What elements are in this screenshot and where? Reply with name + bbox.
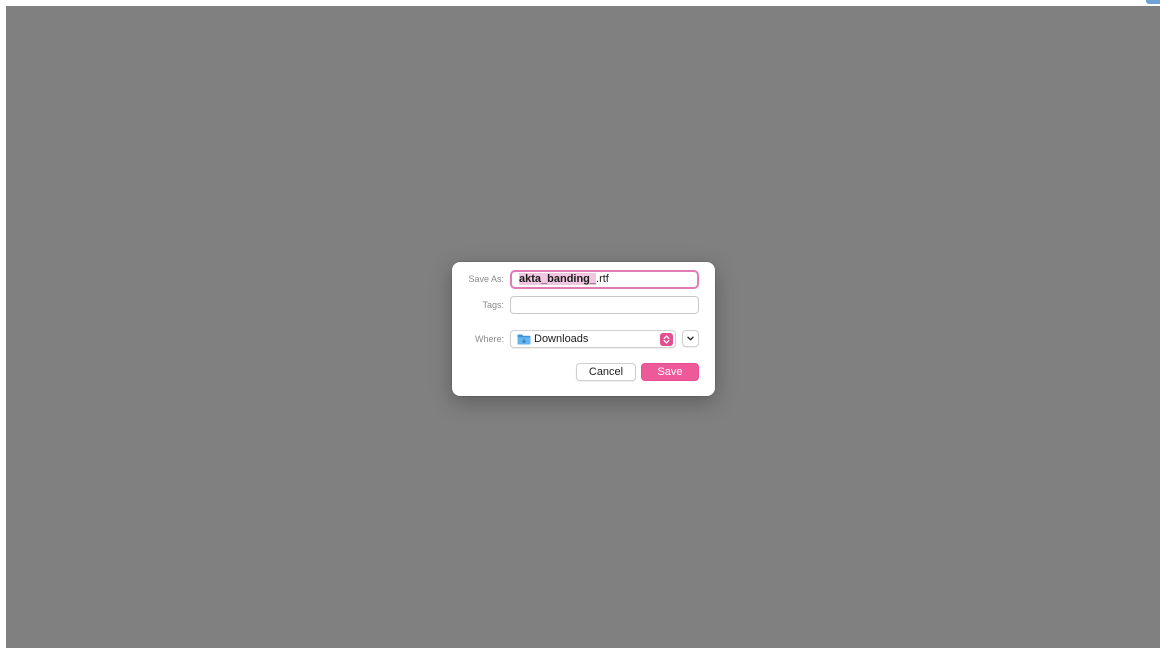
save-as-label: Save As: (468, 274, 504, 284)
save-dialog: Save As: akta_banding_.rtf Tags: Where: … (452, 262, 715, 396)
folder-icon (517, 334, 531, 345)
up-down-stepper-icon (660, 332, 673, 346)
filename-selected-text: akta_banding_ (519, 273, 597, 285)
where-label: Where: (474, 334, 504, 344)
cancel-button[interactable]: Cancel (576, 363, 636, 381)
save-button[interactable]: Save (641, 363, 699, 381)
where-selected-value: Downloads (534, 333, 589, 345)
filename-input[interactable]: akta_banding_.rtf (510, 270, 699, 289)
screen: Save As: akta_banding_.rtf Tags: Where: … (0, 0, 1160, 650)
tags-input[interactable] (510, 296, 699, 314)
filename-extension: .rtf (596, 273, 609, 285)
where-location-select[interactable]: Downloads (510, 330, 676, 348)
tags-label: Tags: (482, 300, 504, 310)
corner-status-icon (1146, 0, 1160, 4)
expand-dialog-button[interactable] (682, 330, 699, 347)
chevron-down-icon (687, 336, 694, 341)
